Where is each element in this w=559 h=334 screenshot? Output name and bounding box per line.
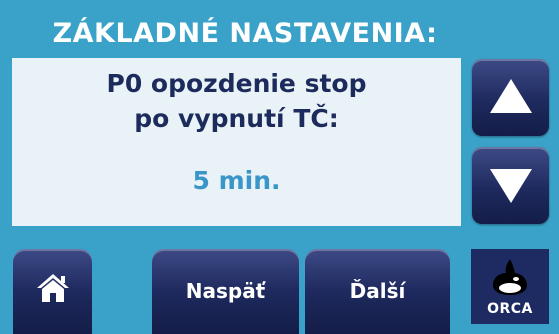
orca-logo-text: ORCA bbox=[487, 301, 533, 317]
orca-whale-icon bbox=[493, 259, 527, 295]
parameter-value: 5 min. bbox=[192, 166, 281, 195]
orca-logo: ORCA bbox=[471, 249, 549, 324]
back-button-label: Naspäť bbox=[185, 279, 266, 303]
parameter-name-line-2: po vypnutí TČ: bbox=[134, 104, 339, 133]
next-button[interactable]: Ďalší bbox=[305, 249, 450, 334]
parameter-name-line-1: P0 opozdenie stop bbox=[106, 69, 367, 98]
parameter-name: P0 opozdenie stop po vypnutí TČ: bbox=[12, 66, 461, 136]
arrow-up-icon bbox=[490, 79, 532, 113]
back-button[interactable]: Naspäť bbox=[152, 249, 299, 334]
home-icon bbox=[37, 274, 69, 302]
decrease-button[interactable] bbox=[472, 147, 549, 224]
next-button-label: Ďalší bbox=[349, 279, 406, 303]
screen-title: ZÁKLADNÉ NASTAVENIA: bbox=[52, 18, 438, 49]
increase-button[interactable] bbox=[472, 59, 549, 136]
parameter-panel: P0 opozdenie stop po vypnutí TČ: 5 min. bbox=[12, 58, 461, 226]
home-button[interactable] bbox=[13, 249, 92, 334]
arrow-down-icon bbox=[490, 169, 532, 203]
